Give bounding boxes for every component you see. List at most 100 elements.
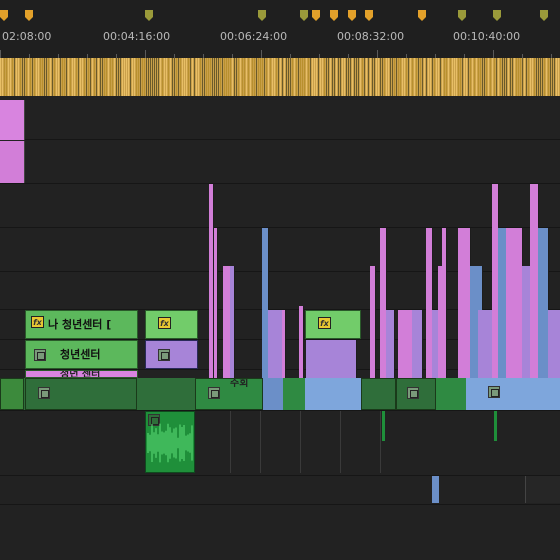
workbar-stripe bbox=[132, 58, 133, 96]
workbar-stripe bbox=[102, 58, 103, 96]
workbar-stripe bbox=[240, 58, 241, 96]
video-clip[interactable]: 청년 센터 bbox=[25, 370, 138, 378]
video-clip[interactable] bbox=[412, 310, 423, 378]
timeline-marker[interactable] bbox=[458, 10, 466, 21]
video-clip[interactable] bbox=[466, 378, 560, 410]
timeline-marker[interactable] bbox=[145, 10, 153, 21]
timeline-marker[interactable] bbox=[330, 10, 338, 21]
audio-clip[interactable] bbox=[432, 476, 439, 503]
workbar-stripe bbox=[380, 58, 381, 96]
workbar-stripe bbox=[250, 58, 251, 96]
video-clip[interactable] bbox=[396, 378, 436, 410]
video-clip[interactable] bbox=[442, 228, 447, 378]
video-clip[interactable] bbox=[306, 340, 357, 378]
title-clip[interactable]: fx 나 청년센터 [ bbox=[25, 310, 138, 339]
video-clip[interactable] bbox=[214, 228, 218, 378]
workbar-stripe bbox=[186, 58, 187, 96]
workbar-stripe bbox=[68, 58, 69, 96]
audio-clip[interactable] bbox=[145, 411, 195, 473]
workbar-stripe bbox=[228, 58, 229, 96]
video-track-lane[interactable] bbox=[0, 96, 560, 140]
video-clip[interactable] bbox=[506, 228, 523, 378]
workbar-stripe bbox=[304, 58, 305, 96]
audio-track-lane[interactable] bbox=[0, 411, 560, 476]
video-clip[interactable] bbox=[282, 310, 286, 378]
workbar-stripe bbox=[360, 58, 361, 96]
video-clip[interactable] bbox=[0, 141, 25, 183]
timeline-marker[interactable] bbox=[540, 10, 548, 21]
ruler-tick bbox=[0, 50, 1, 58]
video-clip[interactable] bbox=[25, 378, 137, 410]
workbar-stripe bbox=[84, 58, 85, 96]
audio-track-lane[interactable] bbox=[0, 505, 560, 560]
workbar-stripe bbox=[406, 58, 407, 96]
video-clip[interactable] bbox=[0, 100, 25, 140]
workbar-stripe bbox=[86, 58, 87, 96]
workbar-stripe bbox=[496, 58, 497, 96]
video-clip[interactable] bbox=[283, 378, 305, 410]
video-clip[interactable] bbox=[145, 340, 198, 369]
video-clip[interactable] bbox=[263, 378, 283, 410]
video-clip[interactable]: 주회 bbox=[195, 378, 263, 410]
workbar-stripe bbox=[332, 58, 333, 96]
waveform bbox=[147, 423, 193, 463]
timeline-marker[interactable] bbox=[418, 10, 426, 21]
workbar-stripe bbox=[182, 58, 183, 96]
audio-track-lane[interactable] bbox=[0, 476, 560, 505]
fx-badge: fx bbox=[31, 316, 44, 328]
clip-title: 청년센터 bbox=[60, 348, 101, 361]
timeline-marker[interactable] bbox=[300, 10, 308, 21]
video-clip[interactable] bbox=[299, 306, 304, 378]
workbar-stripe bbox=[500, 58, 501, 96]
workbar-stripe bbox=[130, 58, 131, 96]
workbar-stripe bbox=[190, 58, 191, 96]
title-clip[interactable]: fx bbox=[305, 310, 361, 339]
workbar-stripe bbox=[352, 58, 353, 96]
title-clip[interactable]: 청년센터 bbox=[25, 340, 138, 369]
video-clip[interactable] bbox=[398, 310, 413, 378]
audio-clip[interactable] bbox=[525, 476, 560, 503]
video-track-lane[interactable] bbox=[0, 184, 560, 228]
workbar-stripe bbox=[548, 58, 549, 96]
video-clip[interactable] bbox=[386, 310, 395, 378]
workbar-stripe bbox=[246, 58, 247, 96]
work-area-bar[interactable] bbox=[0, 58, 560, 96]
workbar-stripe bbox=[10, 58, 11, 96]
workbar-stripe bbox=[70, 58, 71, 96]
video-clip[interactable] bbox=[548, 310, 560, 378]
video-clip[interactable] bbox=[478, 310, 493, 378]
timeline-marker[interactable] bbox=[493, 10, 501, 21]
timeline-marker[interactable] bbox=[348, 10, 356, 21]
workbar-stripe bbox=[220, 58, 221, 96]
timecode-label: 00:06:24:00 bbox=[220, 30, 288, 43]
effect-icon bbox=[34, 349, 46, 361]
fx-badge: fx bbox=[158, 317, 171, 329]
timeline-marker[interactable] bbox=[258, 10, 266, 21]
video-clip[interactable] bbox=[268, 310, 283, 378]
workbar-stripe bbox=[62, 58, 63, 96]
workbar-stripe bbox=[524, 58, 525, 96]
workbar-stripe bbox=[40, 58, 41, 96]
video-track-lane[interactable] bbox=[0, 140, 560, 184]
audio-clip[interactable] bbox=[382, 411, 385, 441]
video-clip[interactable] bbox=[230, 266, 235, 378]
timeline-marker[interactable] bbox=[312, 10, 320, 21]
workbar-stripe bbox=[402, 58, 403, 96]
time-ruler[interactable]: 02:08:00 00:04:16:00 00:06:24:00 00:08:3… bbox=[0, 0, 560, 58]
video-clip[interactable] bbox=[305, 378, 361, 410]
workbar-stripe bbox=[442, 58, 443, 96]
video-clip[interactable] bbox=[361, 378, 396, 410]
title-clip[interactable]: fx bbox=[145, 310, 198, 339]
video-clip[interactable] bbox=[0, 378, 24, 410]
workbar-stripe bbox=[540, 58, 541, 96]
timeline-marker[interactable] bbox=[0, 10, 8, 21]
workbar-stripe bbox=[0, 58, 1, 96]
audio-clip[interactable] bbox=[494, 411, 497, 441]
timeline-marker[interactable] bbox=[25, 10, 33, 21]
workbar-stripe bbox=[264, 58, 265, 96]
workbar-stripe bbox=[324, 58, 325, 96]
timeline-marker[interactable] bbox=[365, 10, 373, 21]
video-clip[interactable] bbox=[370, 266, 376, 378]
workbar-stripe bbox=[450, 58, 451, 96]
video-clip[interactable] bbox=[436, 378, 466, 410]
